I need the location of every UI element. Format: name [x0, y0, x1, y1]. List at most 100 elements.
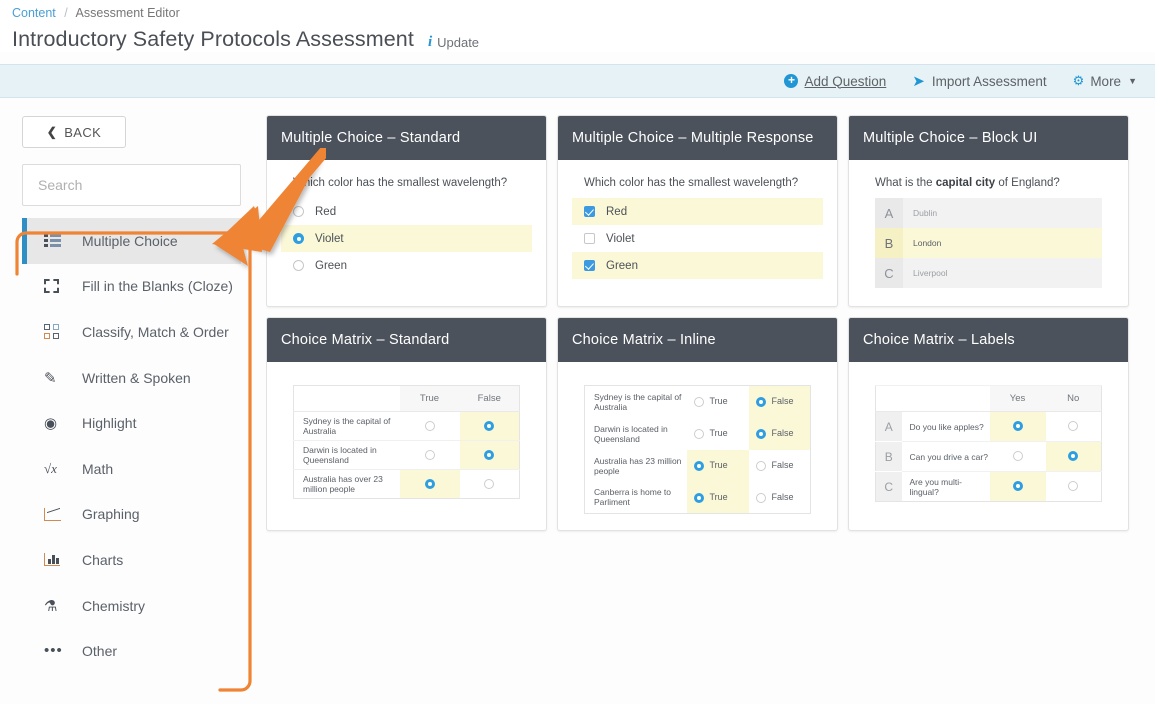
- question-text: What is the capital city of England?: [875, 177, 1114, 189]
- sidebar-item-label: Written & Spoken: [82, 369, 191, 386]
- radio-icon[interactable]: [1068, 481, 1079, 492]
- sidebar-item-highlight[interactable]: ◉ Highlight: [22, 400, 241, 446]
- matrix-cell[interactable]: [989, 441, 1046, 472]
- radio-icon[interactable]: [293, 206, 304, 217]
- sidebar-item-classify-match-order[interactable]: Classify, Match & Order: [22, 309, 241, 355]
- checkbox-icon-checked[interactable]: [584, 260, 595, 271]
- header-blank: [875, 385, 990, 412]
- sidebar-item-math[interactable]: √x Math: [22, 446, 241, 492]
- option-row[interactable]: Red: [572, 198, 823, 225]
- matrix-cell[interactable]: False: [749, 482, 811, 514]
- radio-icon[interactable]: [693, 397, 704, 408]
- import-assessment-label: Import Assessment: [931, 73, 1047, 89]
- sidebar-item-charts[interactable]: Charts: [22, 537, 241, 583]
- radio-icon-selected[interactable]: [484, 420, 495, 431]
- matrix-cell[interactable]: True: [687, 386, 749, 418]
- option-row[interactable]: Violet: [572, 225, 823, 252]
- matrix-cell-selected[interactable]: [399, 469, 460, 499]
- radio-icon[interactable]: [293, 260, 304, 271]
- matrix-cell-selected[interactable]: True: [686, 449, 749, 482]
- back-button[interactable]: ❮ BACK: [22, 116, 126, 148]
- option-row[interactable]: Green: [572, 252, 823, 279]
- matrix-cell-selected[interactable]: [1045, 441, 1102, 472]
- matrix-cell[interactable]: [399, 440, 460, 470]
- table-row: A Do you like apples?: [875, 411, 1102, 442]
- matrix-cell-selected[interactable]: True: [686, 481, 749, 514]
- card-choice-matrix-inline[interactable]: Choice Matrix – Inline Sydney is the cap…: [557, 317, 838, 531]
- row-letter: A: [875, 411, 902, 442]
- radio-icon[interactable]: [693, 428, 704, 439]
- card-title: Multiple Choice – Standard: [267, 116, 546, 160]
- option-row[interactable]: Red: [281, 198, 532, 225]
- row-label: Sydney is the capital of Australia: [293, 411, 400, 441]
- radio-icon[interactable]: [1012, 451, 1023, 462]
- block-option-row[interactable]: A Dublin: [875, 198, 1102, 228]
- matrix-cell[interactable]: True: [687, 418, 749, 450]
- sidebar-item-graphing[interactable]: Graphing: [22, 492, 241, 538]
- sidebar-item-written-spoken[interactable]: ✎ Written & Spoken: [22, 355, 241, 401]
- radio-icon-selected[interactable]: [1012, 481, 1023, 492]
- row-label: Do you like apples?: [901, 411, 990, 442]
- radio-icon[interactable]: [1068, 421, 1079, 432]
- row-letter: C: [875, 471, 902, 502]
- radio-icon-selected[interactable]: [693, 460, 704, 471]
- block-option-row[interactable]: B London: [875, 228, 1102, 258]
- card-choice-matrix-labels[interactable]: Choice Matrix – Labels Yes No A Do you l…: [848, 317, 1129, 531]
- checkbox-icon[interactable]: [584, 233, 595, 244]
- option-row[interactable]: Violet: [281, 225, 532, 252]
- radio-icon-selected[interactable]: [424, 478, 435, 489]
- matrix-cell[interactable]: [459, 469, 520, 499]
- radio-icon-selected[interactable]: [484, 449, 495, 460]
- radio-icon[interactable]: [424, 449, 435, 460]
- row-label: Australia has 23 million people: [594, 455, 682, 476]
- import-assessment-button[interactable]: ➤ Import Assessment: [912, 74, 1046, 89]
- radio-icon-selected[interactable]: [293, 233, 304, 244]
- pencil-icon: ✎: [44, 369, 57, 387]
- card-choice-matrix-standard[interactable]: Choice Matrix – Standard True False Sydn…: [266, 317, 547, 531]
- matrix-cell[interactable]: [1045, 411, 1102, 442]
- matrix-cell-selected[interactable]: [459, 411, 520, 441]
- radio-icon[interactable]: [755, 460, 766, 471]
- row-label: Darwin is located in Queensland: [594, 423, 668, 444]
- radio-icon-selected[interactable]: [1012, 421, 1023, 432]
- checkbox-icon-checked[interactable]: [584, 206, 595, 217]
- column-header: True: [399, 385, 460, 412]
- sidebar: ❮ BACK Multiple Choice Fill in the Blank…: [0, 98, 266, 704]
- sidebar-item-multiple-choice[interactable]: Multiple Choice: [22, 218, 241, 264]
- table-row: Canberra is home to Parliment True False: [585, 481, 811, 514]
- radio-icon-selected[interactable]: [1068, 451, 1079, 462]
- sidebar-item-fill-in-the-blanks[interactable]: Fill in the Blanks (Cloze): [22, 264, 241, 310]
- radio-icon-selected[interactable]: [693, 492, 704, 503]
- search-input[interactable]: [36, 176, 227, 194]
- card-multiple-choice-block-ui[interactable]: Multiple Choice – Block UI What is the c…: [848, 115, 1129, 307]
- breadcrumb-content-link[interactable]: Content: [12, 6, 56, 20]
- matrix-cell-selected[interactable]: [459, 440, 520, 470]
- option-row[interactable]: Green: [281, 252, 532, 279]
- matrix-cell[interactable]: False: [749, 450, 811, 482]
- sidebar-item-other[interactable]: ••• Other: [22, 628, 241, 674]
- add-question-button[interactable]: + Add Question: [784, 74, 886, 89]
- table-row: B Can you drive a car?: [875, 441, 1102, 472]
- update-button[interactable]: i Update: [428, 34, 479, 51]
- radio-icon[interactable]: [755, 492, 766, 503]
- matrix-cell-selected[interactable]: [989, 411, 1046, 442]
- matrix-cell-selected[interactable]: [989, 471, 1046, 502]
- matrix-cell-selected[interactable]: False: [748, 417, 811, 450]
- matrix-cell[interactable]: [1045, 471, 1102, 502]
- dashed-box-icon: [44, 279, 68, 294]
- search-box[interactable]: [22, 164, 241, 206]
- radio-icon[interactable]: [424, 420, 435, 431]
- radio-icon-selected[interactable]: [755, 397, 766, 408]
- option-label: Green: [606, 259, 638, 272]
- block-option-row[interactable]: C Liverpool: [875, 258, 1102, 288]
- card-title: Choice Matrix – Labels: [849, 318, 1128, 362]
- matrix-cell-selected[interactable]: False: [748, 385, 811, 418]
- action-toolbar: + Add Question ➤ Import Assessment ⚙ Mor…: [0, 64, 1155, 98]
- sidebar-item-chemistry[interactable]: ⚗ Chemistry: [22, 583, 241, 629]
- card-multiple-choice-standard[interactable]: Multiple Choice – Standard Which color h…: [266, 115, 547, 307]
- matrix-cell[interactable]: [399, 411, 460, 441]
- card-multiple-choice-multiple-response[interactable]: Multiple Choice – Multiple Response Whic…: [557, 115, 838, 307]
- more-menu-button[interactable]: ⚙ More ▼: [1073, 73, 1137, 89]
- radio-icon[interactable]: [484, 478, 495, 489]
- radio-icon-selected[interactable]: [755, 428, 766, 439]
